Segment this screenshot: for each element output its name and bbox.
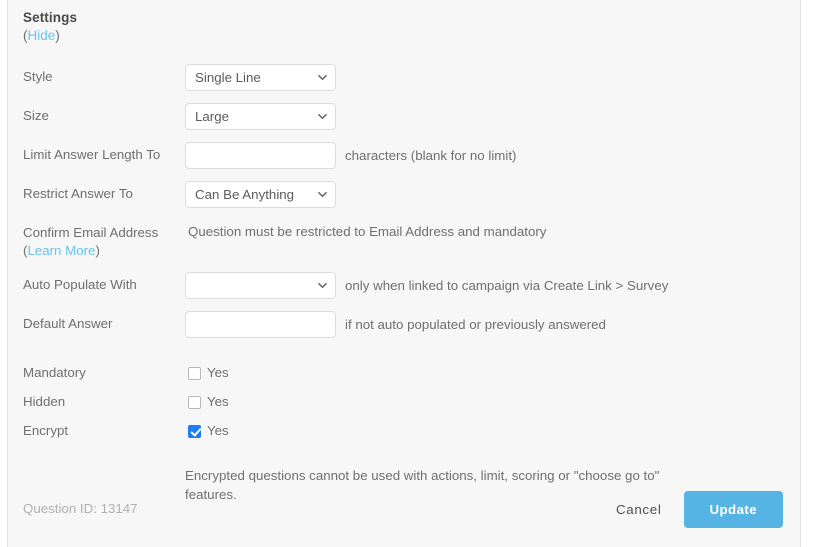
label-size: Size xyxy=(23,108,49,123)
settings-form: Style Single Line Size Large Limit Answe… xyxy=(23,64,800,338)
encrypt-checkbox-wrap[interactable]: Yes xyxy=(188,423,229,439)
settings-screen: Settings (Hide) Style Single Line Size L… xyxy=(0,0,824,547)
label-encrypt: Encrypt xyxy=(23,423,69,438)
encrypt-checkbox[interactable] xyxy=(188,424,201,438)
learn-more-link[interactable]: Learn More xyxy=(27,243,95,258)
row-auto-populate: Auto Populate With only when linked to c… xyxy=(23,272,800,299)
hide-toggle-wrap: (Hide) xyxy=(23,27,800,45)
paren-close: ) xyxy=(55,28,60,43)
mandatory-checkbox[interactable] xyxy=(188,366,201,380)
limit-answer-length-input[interactable] xyxy=(194,143,327,168)
default-answer-input[interactable] xyxy=(194,312,327,337)
restrict-answer-select-value: Can Be Anything xyxy=(195,187,295,202)
cancel-button[interactable]: Cancel xyxy=(602,502,676,517)
row-size: Size Large xyxy=(23,103,800,130)
paren-close: ) xyxy=(95,243,100,258)
auto-populate-hint: only when linked to campaign via Create … xyxy=(345,277,669,293)
style-select[interactable]: Single Line xyxy=(185,64,336,91)
size-select-value: Large xyxy=(195,109,230,124)
settings-header: Settings (Hide) xyxy=(23,9,800,45)
row-mandatory: Mandatory Yes xyxy=(23,364,800,382)
chevron-down-icon xyxy=(318,281,327,290)
limit-answer-length-hint: characters (blank for no limit) xyxy=(345,147,517,163)
label-style: Style xyxy=(23,69,53,84)
mandatory-checkbox-wrap[interactable]: Yes xyxy=(188,365,229,381)
hide-settings-link[interactable]: Hide xyxy=(28,28,56,43)
confirm-email-label-text: Confirm Email Address xyxy=(23,225,159,240)
row-confirm-email-address: Confirm Email Address (Learn More) Quest… xyxy=(23,220,800,260)
auto-populate-select[interactable] xyxy=(185,272,336,299)
hidden-checkbox-wrap[interactable]: Yes xyxy=(188,394,229,410)
label-mandatory: Mandatory xyxy=(23,365,86,380)
panel-footer: Question ID: 13147 Cancel Update xyxy=(8,489,800,529)
row-hidden: Hidden Yes xyxy=(23,393,800,411)
chevron-down-icon xyxy=(318,112,327,121)
row-encrypt: Encrypt Yes xyxy=(23,422,800,440)
label-limit-answer-length: Limit Answer Length To xyxy=(23,147,161,162)
confirm-email-note: Question must be restricted to Email Add… xyxy=(188,224,547,239)
chevron-down-icon xyxy=(318,73,327,82)
question-id-label: Question ID: 13147 xyxy=(23,501,138,516)
row-default-answer: Default Answer if not auto populated or … xyxy=(23,311,800,338)
default-answer-hint: if not auto populated or previously answ… xyxy=(345,316,606,332)
default-answer-field[interactable] xyxy=(185,311,336,338)
hidden-checkbox-label: Yes xyxy=(207,394,229,409)
footer-actions: Cancel Update xyxy=(602,490,783,528)
row-limit-answer-length: Limit Answer Length To characters (blank… xyxy=(23,142,800,169)
learn-more-wrap: (Learn More) xyxy=(23,242,185,260)
row-restrict-answer: Restrict Answer To Can Be Anything xyxy=(23,181,800,208)
page-title: Settings xyxy=(23,10,78,25)
limit-answer-length-field[interactable] xyxy=(185,142,336,169)
mandatory-checkbox-label: Yes xyxy=(207,365,229,380)
question-settings-panel: Settings (Hide) Style Single Line Size L… xyxy=(7,0,801,547)
label-hidden: Hidden xyxy=(23,394,66,409)
label-auto-populate: Auto Populate With xyxy=(23,277,137,292)
update-button[interactable]: Update xyxy=(683,490,783,528)
size-select[interactable]: Large xyxy=(185,103,336,130)
style-select-value: Single Line xyxy=(195,70,261,85)
label-default-answer: Default Answer xyxy=(23,316,113,331)
label-restrict-answer: Restrict Answer To xyxy=(23,186,133,201)
chevron-down-icon xyxy=(318,190,327,199)
hidden-checkbox[interactable] xyxy=(188,395,201,409)
row-style: Style Single Line xyxy=(23,64,800,91)
label-confirm-email-address: Confirm Email Address (Learn More) xyxy=(23,220,185,260)
encrypt-checkbox-label: Yes xyxy=(207,423,229,438)
settings-checkbox-group: Mandatory Yes Hidden Yes Encrypt Yes xyxy=(23,364,800,440)
restrict-answer-select[interactable]: Can Be Anything xyxy=(185,181,336,208)
